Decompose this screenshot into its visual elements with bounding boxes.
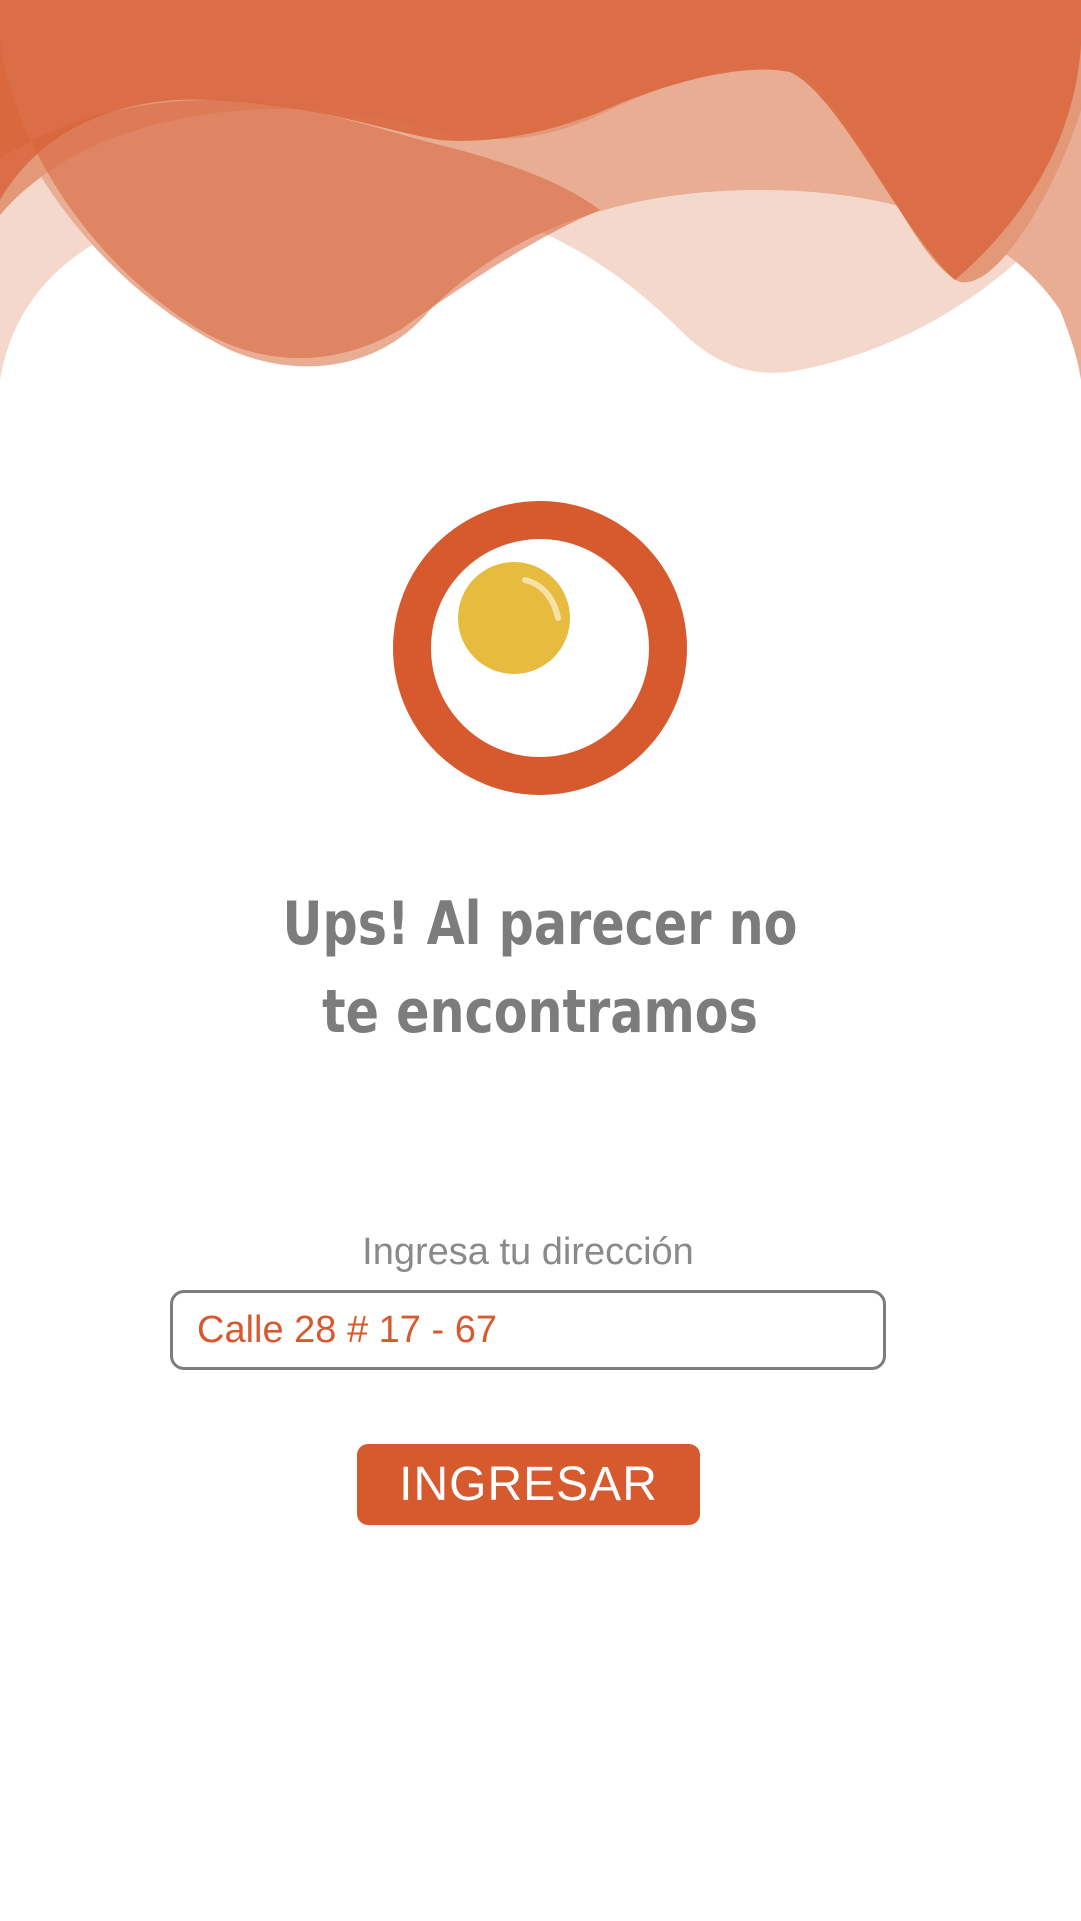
header-waves-decoration <box>0 0 1081 380</box>
fried-egg-icon <box>393 501 687 795</box>
not-found-message: Ups! Al parecer no te encontramos <box>171 880 909 1056</box>
address-label: Ingresa tu dirección <box>362 1231 694 1273</box>
not-found-message-line2: te encontramos <box>322 977 758 1047</box>
submit-button[interactable]: INGRESAR <box>357 1444 700 1525</box>
not-found-message-line1: Ups! Al parecer no <box>282 889 798 959</box>
address-input[interactable] <box>170 1290 886 1370</box>
